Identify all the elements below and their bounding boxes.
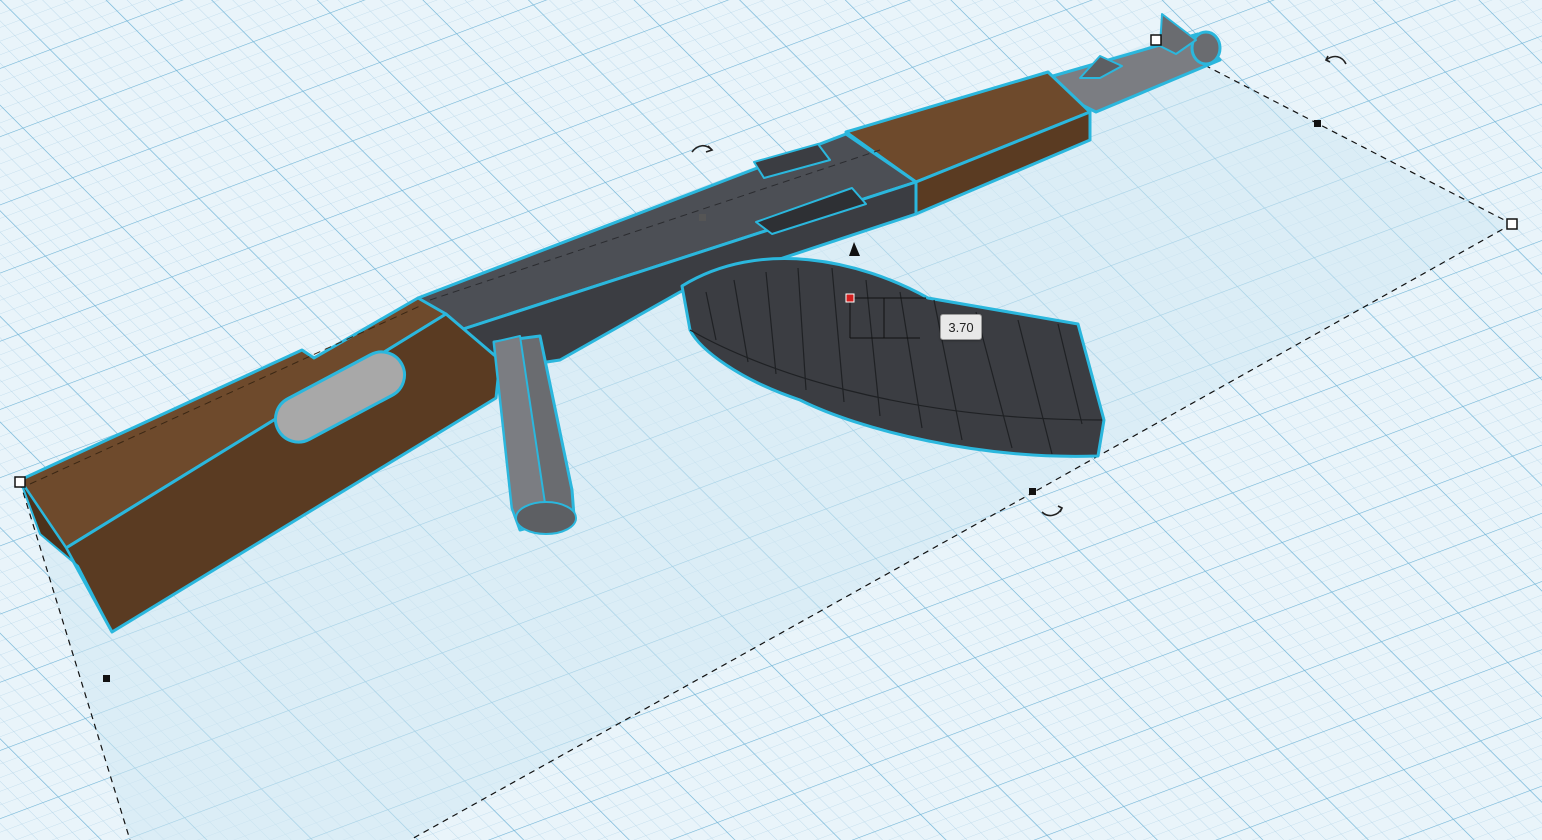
resize-handle-icon[interactable] xyxy=(1150,34,1162,46)
resize-handle-icon[interactable] xyxy=(103,675,110,682)
scene-canvas[interactable] xyxy=(0,0,1542,840)
workplane-viewport[interactable]: 3.70 xyxy=(0,0,1542,840)
resize-handle-icon[interactable] xyxy=(1029,488,1036,495)
resize-handle-icon[interactable] xyxy=(1506,218,1518,230)
center-handle-icon[interactable] xyxy=(699,214,706,221)
height-dimension-label[interactable]: 3.70 xyxy=(940,314,982,340)
resize-handle-icon[interactable] xyxy=(1314,120,1321,127)
height-handle-marker[interactable] xyxy=(845,293,855,303)
resize-handle-icon[interactable] xyxy=(14,476,26,488)
